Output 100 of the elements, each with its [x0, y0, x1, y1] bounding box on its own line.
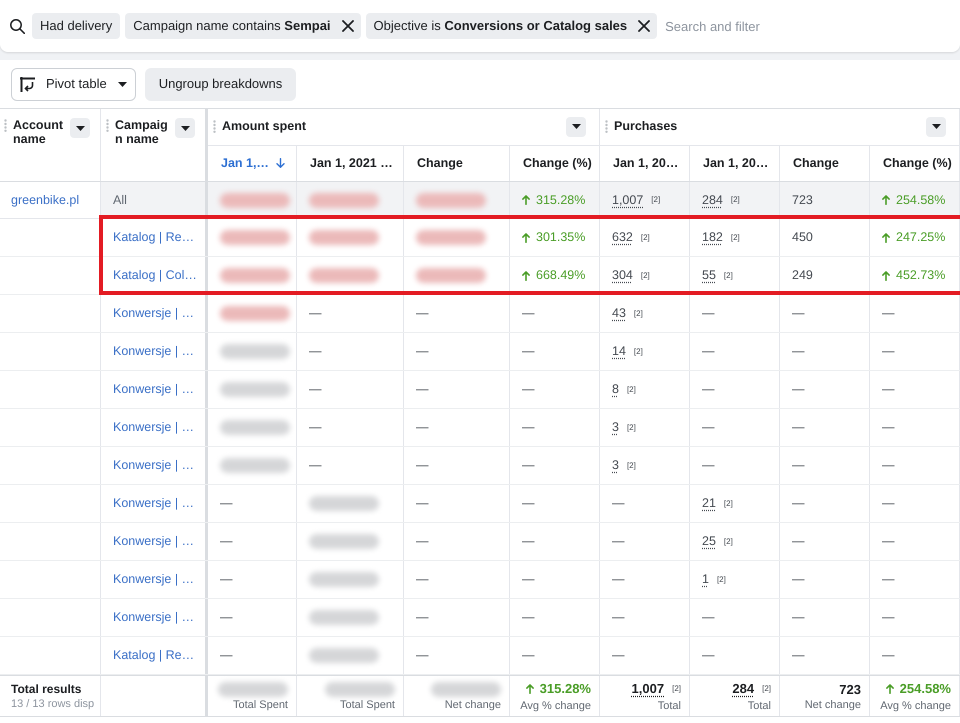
- footnote-marker: [2]: [651, 194, 660, 206]
- total-label: Net change: [444, 698, 501, 712]
- table-cell: —: [780, 447, 870, 484]
- column-header[interactable]: Jan 1, 20…: [613, 154, 678, 173]
- table-cell: —: [780, 599, 870, 636]
- column-header[interactable]: Change: [417, 154, 463, 173]
- column-header[interactable]: Account name: [13, 118, 64, 146]
- table-cell: —: [690, 371, 780, 408]
- table-cell: —: [404, 371, 510, 408]
- purchase-count[interactable]: 1,007: [632, 679, 664, 699]
- table-cell: —: [780, 333, 870, 370]
- column-menu-button[interactable]: [175, 118, 195, 138]
- percent-change: 254.58%: [896, 192, 946, 209]
- remove-filter-button[interactable]: [637, 19, 652, 33]
- table-cell: —: [690, 409, 780, 446]
- campaign-link[interactable]: Konwersje | …: [113, 418, 194, 437]
- drag-handle-icon[interactable]: [213, 120, 216, 134]
- table-cell: —: [780, 561, 870, 598]
- footnote-marker: [2]: [634, 308, 643, 320]
- table-cell: —: [404, 599, 510, 636]
- purchase-count[interactable]: 14: [612, 342, 626, 361]
- purchase-count[interactable]: 284: [702, 190, 723, 210]
- drag-handle-icon[interactable]: [4, 119, 7, 132]
- filter-chip[interactable]: Objective is Conversions or Catalog sales: [366, 13, 658, 39]
- campaign-link[interactable]: Konwersje | …: [113, 532, 194, 551]
- column-menu-button[interactable]: [926, 116, 946, 137]
- table-cell: —: [780, 409, 870, 446]
- table-cell: —: [510, 409, 600, 446]
- campaign-link[interactable]: Katalog | Col…: [113, 266, 197, 285]
- campaign-link[interactable]: Konwersje | …: [113, 608, 194, 627]
- pivot-table-icon: [20, 76, 35, 92]
- campaign-link[interactable]: Konwersje | …: [113, 304, 194, 323]
- campaign-link[interactable]: Katalog | Re…: [113, 646, 194, 665]
- filter-chip[interactable]: Campaign name contains Sempai: [125, 13, 361, 39]
- column-group-header[interactable]: Purchases: [614, 117, 920, 136]
- table-cell: —: [780, 371, 870, 408]
- total-label: Net change: [804, 698, 861, 712]
- total-label: Total Spent: [340, 698, 395, 712]
- purchase-count[interactable]: 304: [612, 266, 633, 285]
- table-cell: —: [510, 561, 600, 598]
- pivot-table-button[interactable]: Pivot table: [11, 68, 136, 100]
- table-cell: —: [870, 523, 960, 560]
- column-header[interactable]: Jan 1, 20…: [703, 154, 768, 173]
- total-label: Total: [748, 698, 771, 713]
- table-cell: —: [870, 333, 960, 370]
- drag-handle-icon[interactable]: [605, 120, 608, 134]
- purchase-count[interactable]: 55: [702, 266, 716, 285]
- purchase-count[interactable]: 8: [612, 380, 619, 399]
- campaign-link[interactable]: Konwersje | …: [113, 570, 194, 589]
- table-cell: —: [690, 333, 780, 370]
- footnote-marker: [2]: [640, 270, 650, 282]
- column-menu-button[interactable]: [566, 116, 586, 137]
- footnote-marker: [2]: [730, 232, 740, 244]
- campaign-link[interactable]: Konwersje | …: [113, 456, 194, 475]
- purchase-count[interactable]: 43: [612, 304, 626, 323]
- table-cell: —: [510, 295, 600, 332]
- table-cell: All: [101, 182, 208, 218]
- table-cell: —: [870, 485, 960, 522]
- column-header[interactable]: Change (%): [523, 154, 592, 173]
- search-field[interactable]: Search and filter: [665, 13, 950, 39]
- table-cell: —: [780, 295, 870, 332]
- column-group-header[interactable]: Amount spent: [222, 117, 560, 136]
- purchase-count[interactable]: 284: [732, 679, 754, 699]
- column-header[interactable]: Change (%): [883, 154, 952, 173]
- table-cell: —: [870, 409, 960, 446]
- column-menu-button[interactable]: [70, 118, 90, 138]
- column-header[interactable]: Change: [793, 154, 839, 173]
- purchase-count[interactable]: 3: [612, 456, 619, 475]
- campaign-link[interactable]: Konwersje | …: [113, 380, 194, 399]
- percent-change: 254.58%: [900, 680, 951, 698]
- column-header[interactable]: Campaign name: [115, 118, 170, 146]
- row-count: 13 / 13 rows disp: [11, 697, 96, 711]
- table-cell: —: [404, 485, 510, 522]
- table-cell: —: [404, 637, 510, 674]
- purchase-count[interactable]: 632: [612, 228, 633, 247]
- percent-change: 315.28%: [536, 192, 586, 209]
- remove-filter-button[interactable]: [340, 19, 355, 33]
- campaign-link[interactable]: Konwersje | …: [113, 494, 194, 513]
- campaign-link[interactable]: Konwersje | …: [113, 342, 194, 361]
- table-cell: —: [404, 447, 510, 484]
- campaign-link[interactable]: Katalog | Re…: [113, 228, 194, 247]
- table-cell: —: [870, 295, 960, 332]
- ungroup-breakdowns-button[interactable]: Ungroup breakdowns: [144, 68, 296, 100]
- total-label: Total Spent: [232, 698, 288, 712]
- column-header[interactable]: Jan 1,…: [221, 154, 269, 173]
- column-header[interactable]: Jan 1, 2021 …: [310, 154, 393, 173]
- table-cell: —: [404, 523, 510, 560]
- purchase-count[interactable]: 182: [702, 228, 723, 247]
- purchase-count[interactable]: 3: [612, 418, 619, 437]
- table-cell: —: [780, 637, 870, 674]
- table-cell: —: [780, 523, 870, 560]
- purchase-count[interactable]: 1,007: [612, 190, 644, 210]
- purchase-count[interactable]: 21: [702, 494, 716, 513]
- table-cell: —: [600, 523, 690, 560]
- filter-chip[interactable]: Had delivery: [32, 13, 120, 39]
- purchase-count[interactable]: 25: [702, 532, 716, 551]
- purchase-count[interactable]: 1: [702, 570, 709, 589]
- drag-handle-icon[interactable]: [106, 119, 109, 132]
- table-cell: —: [208, 523, 297, 560]
- account-link[interactable]: greenbike.pl: [11, 190, 80, 210]
